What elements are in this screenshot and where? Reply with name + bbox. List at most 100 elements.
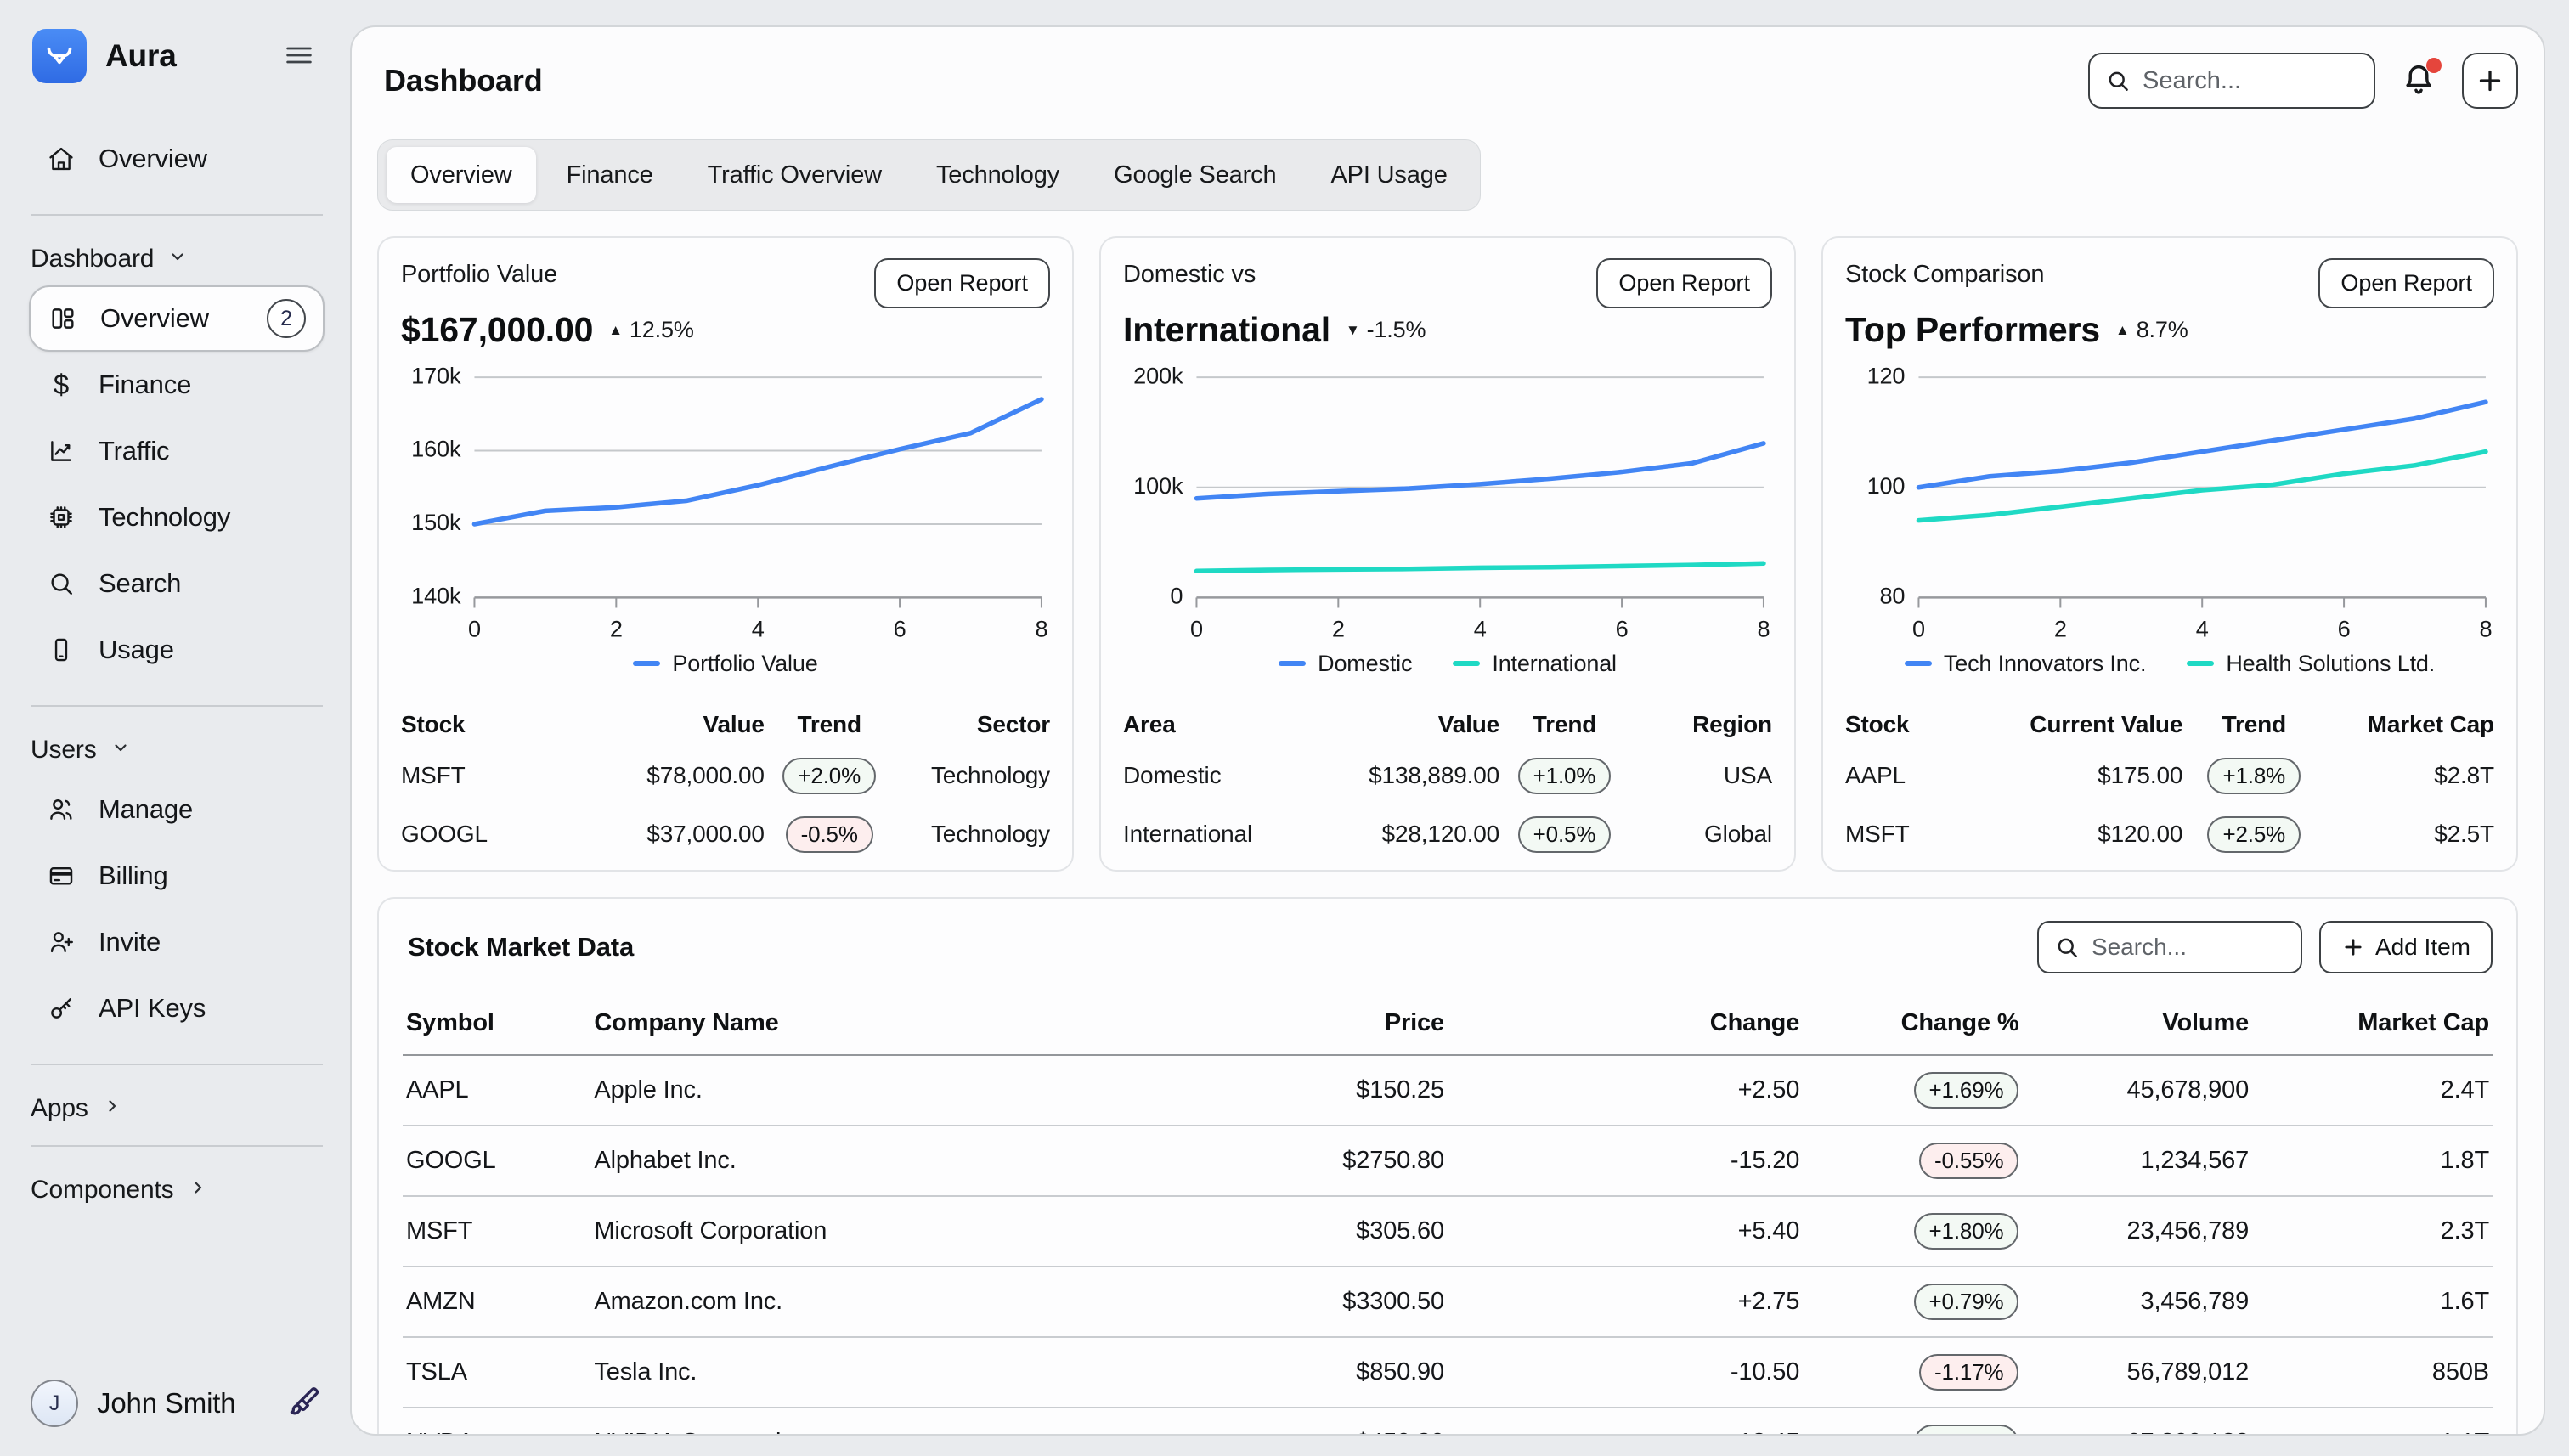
aura-logo-icon <box>32 29 87 83</box>
stock-cell: $450.30 <box>1134 1408 1448 1436</box>
open-report-button[interactable]: Open Report <box>874 258 1050 308</box>
card-title: Portfolio Value <box>401 258 557 291</box>
sidebar-item-technology[interactable]: Technology <box>29 484 325 550</box>
sidebar-item-overview[interactable]: Overview <box>29 126 325 192</box>
legend-swatch <box>1905 661 1932 666</box>
legend-item: Domestic <box>1279 651 1412 677</box>
stock-row-nvda[interactable]: NVDANVIDIA Corporation$450.30+12.45+2.84… <box>403 1408 2493 1436</box>
svg-text:8: 8 <box>1035 616 1047 642</box>
card-mini-table: AreaValueTrendRegionDomestic$138,889.00+… <box>1123 703 1772 864</box>
tab-technology[interactable]: Technology <box>912 147 1083 203</box>
brand-row: Aura <box>29 24 325 88</box>
tab-google-search[interactable]: Google Search <box>1090 147 1300 203</box>
stock-row-googl[interactable]: GOOGLAlphabet Inc.$2750.80-15.20-0.55%1,… <box>403 1126 2493 1196</box>
tab-finance[interactable]: Finance <box>543 147 677 203</box>
sidebar-item-billing[interactable]: Billing <box>29 843 325 909</box>
user-row[interactable]: J John Smith <box>29 1376 325 1431</box>
plus-icon <box>2475 65 2505 96</box>
trend-badge: +1.8% <box>2207 758 2301 794</box>
search-input[interactable] <box>2143 67 2358 95</box>
card-headline: $167,000.00 <box>401 310 593 350</box>
stock-column-header-market-cap: Market Cap <box>2252 996 2493 1055</box>
cards-row: Portfolio ValueOpen Report$167,000.00▲12… <box>377 236 2518 872</box>
trend-badge: +0.5% <box>1518 816 1612 853</box>
table-cell: International <box>1123 805 1292 864</box>
stock-row-msft[interactable]: MSFTMicrosoft Corporation$305.60+5.40+1.… <box>403 1196 2493 1267</box>
sidebar-item-label: Search <box>99 568 181 599</box>
sidebar-divider <box>31 1145 323 1147</box>
svg-text:0: 0 <box>468 616 481 642</box>
stock-cell: $3300.50 <box>1134 1267 1448 1337</box>
sidebar-item-usage[interactable]: Usage <box>29 617 325 683</box>
stock-row-amzn[interactable]: AMZNAmazon.com Inc.$3300.50+2.75+0.79%3,… <box>403 1267 2493 1337</box>
open-report-button[interactable]: Open Report <box>2318 258 2494 308</box>
table-row: Domestic$138,889.00+1.0%USA <box>1123 747 1772 805</box>
stock-cell: +5.40 <box>1448 1196 1803 1267</box>
open-report-button[interactable]: Open Report <box>1596 258 1772 308</box>
legend-swatch <box>633 661 660 666</box>
key-icon <box>46 994 76 1023</box>
stock-cell: 2.4T <box>2252 1055 2493 1126</box>
stock-card-header: Stock Market Data Add Item <box>403 921 2493 973</box>
notifications-button[interactable] <box>2399 59 2438 103</box>
stock-column-header-volume: Volume <box>2022 996 2252 1055</box>
add-button[interactable] <box>2462 53 2518 109</box>
sidebar-item-manage[interactable]: Manage <box>29 776 325 843</box>
tab-api-usage[interactable]: API Usage <box>1307 147 1471 203</box>
table-row: AAPL$175.00+1.8%$2.8T <box>1845 747 2494 805</box>
header-actions <box>2088 53 2518 109</box>
sidebar-item-label: Overview <box>99 144 207 174</box>
menu-icon[interactable] <box>277 33 321 80</box>
sidebar-item-overview[interactable]: Overview2 <box>29 285 325 352</box>
stock-cell: NVDA <box>403 1408 590 1436</box>
sidebar-sections: Dashboard Overview2$FinanceTrafficTechnol… <box>29 192 325 1216</box>
tab-traffic-overview[interactable]: Traffic Overview <box>684 147 906 203</box>
stock-cell: $150.25 <box>1134 1055 1448 1126</box>
sidebar-item-api-keys[interactable]: API Keys <box>29 975 325 1041</box>
sidebar-item-traffic[interactable]: Traffic <box>29 418 325 484</box>
stock-row-aapl[interactable]: AAPLApple Inc.$150.25+2.50+1.69%45,678,9… <box>403 1055 2493 1126</box>
table-cell: $2.8T <box>2325 747 2494 805</box>
svg-text:4: 4 <box>752 616 765 642</box>
add-item-button[interactable]: Add Item <box>2319 921 2493 973</box>
trend-badge: -0.5% <box>786 816 873 853</box>
stock-cell: 1.8T <box>2252 1126 2493 1196</box>
theme-brush-icon[interactable] <box>287 1385 323 1423</box>
search-icon <box>46 569 76 598</box>
stock-cell: Amazon.com Inc. <box>590 1267 1134 1337</box>
stock-search[interactable] <box>2037 921 2302 973</box>
sidebar-group-apps[interactable]: Apps <box>31 1094 323 1123</box>
stock-cell: Microsoft Corporation <box>590 1196 1134 1267</box>
change-percent-badge: -0.55% <box>1919 1143 2019 1179</box>
table-row: International$28,120.00+0.5%Global <box>1123 805 1772 864</box>
stock-search-input[interactable] <box>2092 934 2285 961</box>
phone-icon <box>46 635 76 664</box>
brand-name: Aura <box>105 38 177 74</box>
table-cell: $78,000.00 <box>544 747 765 805</box>
tab-overview[interactable]: Overview <box>387 147 536 203</box>
sidebar-item-search[interactable]: Search <box>29 550 325 617</box>
sidebar-item-label: Usage <box>99 635 174 665</box>
user-plus-icon <box>46 928 76 957</box>
change-percent-badge: -1.17% <box>1919 1354 2019 1391</box>
stock-cell: $305.60 <box>1134 1196 1448 1267</box>
trend-badge: +2.0% <box>782 758 876 794</box>
card-mini-table: StockValueTrendSectorMSFT$78,000.00+2.0%… <box>401 703 1050 864</box>
sidebar-group-components[interactable]: Components <box>31 1176 323 1205</box>
line-chart: 170k160k150k140k02468 <box>401 365 1050 647</box>
table-cell: MSFT <box>401 747 544 805</box>
sidebar-group-users[interactable]: Users <box>31 736 323 765</box>
chart-area: 170k160k150k140k02468 <box>401 365 1050 647</box>
card-icon <box>46 861 76 890</box>
trend-badge: +2.5% <box>2207 816 2301 853</box>
trend-up-indicator: ▲8.7% <box>2115 317 2188 343</box>
chart-legend: Tech Innovators Inc.Health Solutions Ltd… <box>1845 651 2494 677</box>
stock-row-tsla[interactable]: TSLATesla Inc.$850.90-10.50-1.17%56,789,… <box>403 1337 2493 1408</box>
svg-text:6: 6 <box>2338 616 2351 642</box>
global-search[interactable] <box>2088 53 2375 109</box>
trend-badge: +1.0% <box>1518 758 1612 794</box>
trend-cell: +2.5% <box>2182 805 2325 864</box>
sidebar-item-invite[interactable]: Invite <box>29 909 325 975</box>
sidebar-group-dashboard[interactable]: Dashboard <box>31 245 323 274</box>
sidebar-item-finance[interactable]: $Finance <box>29 352 325 418</box>
